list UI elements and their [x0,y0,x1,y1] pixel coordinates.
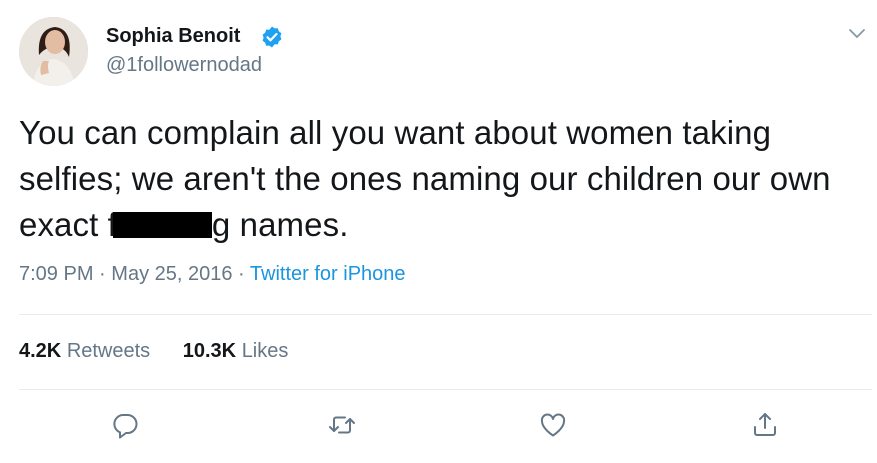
divider [19,314,872,315]
meta-separator: · [99,263,106,285]
tweet-text-fragment: exact f [19,206,117,243]
tweet-date[interactable]: May 25, 2016 [111,263,232,285]
chevron-down-icon[interactable] [847,24,867,44]
retweets-stat[interactable]: 4.2K Retweets [19,340,150,362]
likes-stat[interactable]: 10.3K Likes [183,340,289,362]
redaction-bar [112,212,212,238]
tweet-text-fragment: g names. [211,206,349,243]
tweet-text-line: You can complain all you want about wome… [19,114,772,151]
likes-label: Likes [241,340,289,362]
share-button[interactable] [750,410,780,440]
divider [19,389,872,390]
like-button[interactable] [538,410,568,440]
meta-separator: · [238,263,245,285]
like-icon [540,413,566,437]
avatar[interactable] [19,17,88,86]
retweets-label: Retweets [66,340,151,362]
likes-count: 10.3K [182,340,237,362]
tweet-source-link[interactable]: Twitter for iPhone [250,263,406,285]
retweets-count: 4.2K [19,340,62,362]
username[interactable]: @1followernodad [106,54,262,77]
tweet-stats: 4.2K Retweets 10.3K Likes [19,340,288,363]
tweet-text-line: exact f g names. [19,202,869,248]
retweet-icon [329,416,355,434]
tweet-meta: 7:09 PM · May 25, 2016 · Twitter for iPh… [19,263,406,286]
reply-icon [113,414,138,439]
retweet-button[interactable] [327,410,357,440]
reply-button[interactable] [110,410,140,440]
tweet-card: Sophia Benoit @1followernodad You can co… [0,0,877,463]
tweet-text-line: selfies; we aren't the ones naming our c… [19,160,831,197]
tweet-text: You can complain all you want about wome… [19,110,869,248]
share-icon [754,413,776,436]
tweet-time[interactable]: 7:09 PM [19,263,93,285]
verified-badge-icon [262,26,282,48]
display-name[interactable]: Sophia Benoit [106,25,240,48]
